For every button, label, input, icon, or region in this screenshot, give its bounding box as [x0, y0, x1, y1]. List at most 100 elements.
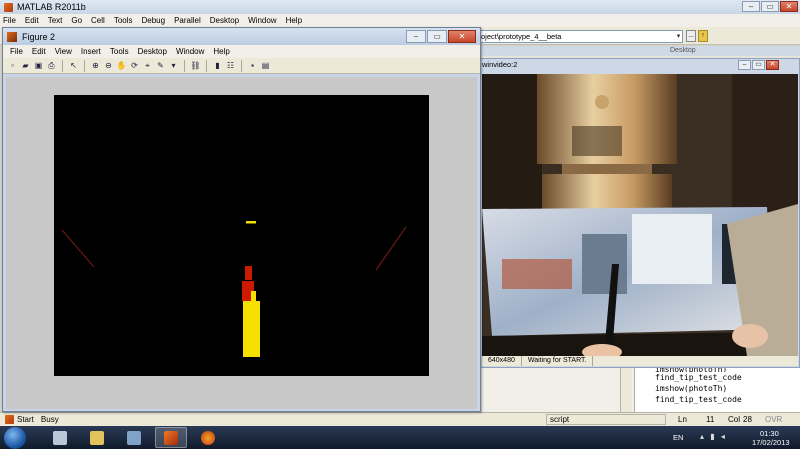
menu-desktop[interactable]: Desktop	[210, 16, 239, 25]
legend-icon[interactable]: ☷	[225, 60, 236, 71]
command-history[interactable]: imshow(photoTh) find_tip_test_code imsho…	[634, 368, 800, 412]
figure-title: Figure 2	[22, 31, 56, 42]
brush-icon[interactable]: ✎	[155, 60, 166, 71]
taskbar-calculator[interactable]	[44, 427, 76, 448]
video-statusbar: 640x480 Waiting for START.	[482, 356, 798, 366]
fig-menu-desktop[interactable]: Desktop	[138, 47, 167, 56]
figure-canvas	[6, 77, 477, 409]
matlab-icon	[164, 430, 178, 445]
overwrite-indicator: OVR	[765, 415, 783, 424]
matlab-logo-icon	[4, 2, 13, 12]
windows-start-icon[interactable]	[4, 427, 26, 449]
clock-date[interactable]: 17/02/2013	[752, 438, 790, 447]
fig-menu-edit[interactable]: Edit	[32, 47, 46, 56]
pen-blob	[243, 301, 260, 357]
image-axes[interactable]	[54, 95, 429, 376]
toolbar-separator	[84, 59, 85, 72]
chevron-down-icon[interactable]: ▾	[674, 31, 683, 42]
background-window-title: Desktop	[480, 46, 800, 56]
language-indicator[interactable]: EN	[673, 433, 683, 442]
command-history-item[interactable]: find_tip_test_code	[655, 372, 800, 383]
clock-time[interactable]: 01:30	[760, 429, 779, 438]
figure-minimize-button[interactable]: –	[406, 30, 426, 43]
pen-blob-top	[251, 291, 256, 301]
app-title: MATLAB R2011b	[17, 2, 86, 12]
taskbar-firefox[interactable]	[192, 427, 224, 448]
matlab-start-icon	[5, 415, 14, 424]
fig-menu-tools[interactable]: Tools	[110, 47, 129, 56]
tip-blob	[246, 221, 256, 224]
pan-icon[interactable]: ✋	[116, 60, 127, 71]
folder-icon	[90, 430, 104, 445]
webcam-image	[482, 74, 798, 356]
scrollbar[interactable]	[620, 368, 632, 412]
figure-titlebar: Figure 2 – ▭ ✕	[3, 28, 480, 45]
current-folder-field[interactable]: oject\prototype_4__beta	[477, 30, 683, 43]
menu-window[interactable]: Window	[248, 16, 276, 25]
menu-edit[interactable]: Edit	[25, 16, 39, 25]
video-close-button[interactable]: ✕	[766, 60, 779, 70]
fig-menu-window[interactable]: Window	[176, 47, 204, 56]
folder-up-icon[interactable]: ↑	[698, 30, 708, 42]
figure-maximize-button[interactable]: ▭	[427, 30, 447, 43]
menu-text[interactable]: Text	[48, 16, 63, 25]
toolbar-separator	[62, 59, 63, 72]
fig-menu-insert[interactable]: Insert	[81, 47, 101, 56]
matlab-figure-icon	[7, 31, 17, 42]
video-status-text: Waiting for START.	[522, 356, 594, 366]
fig-menu-file[interactable]: File	[10, 47, 23, 56]
video-minimize-button[interactable]: –	[738, 60, 751, 70]
video-frame	[482, 74, 798, 356]
hide-plot-tools-icon[interactable]: ▪	[247, 60, 258, 71]
menu-parallel[interactable]: Parallel	[174, 16, 201, 25]
maximize-button[interactable]: ▭	[761, 1, 779, 12]
taskbar-network[interactable]	[118, 427, 150, 448]
line-number: 11	[706, 415, 715, 424]
menu-debug[interactable]: Debug	[142, 16, 166, 25]
menu-help[interactable]: Help	[286, 16, 302, 25]
busy-indicator: Busy	[40, 415, 59, 424]
menu-file[interactable]: File	[3, 16, 16, 25]
open-file-icon[interactable]: ▰	[20, 60, 31, 71]
taskbar-matlab[interactable]	[155, 427, 187, 448]
system-tray-icons[interactable]: ▴ ▮ ◂	[700, 432, 727, 441]
colorbar-icon[interactable]: ▮	[212, 60, 223, 71]
figure-toolbar: ▫ ▰ ▣ ⎙ ↖ ⊕ ⊖ ✋ ⟳ ⌖ ✎ ▾ ⛓ ▮ ☷ ▪ ▤	[3, 58, 480, 74]
zoom-out-icon[interactable]: ⊖	[103, 60, 114, 71]
rotate-icon[interactable]: ⟳	[129, 60, 140, 71]
print-icon[interactable]: ⎙	[46, 60, 57, 71]
figure-menubar: File Edit View Insert Tools Desktop Wind…	[3, 45, 480, 58]
firefox-icon	[201, 430, 215, 445]
figure-close-button[interactable]: ✕	[448, 30, 476, 43]
start-label: Start	[17, 415, 34, 424]
new-figure-icon[interactable]: ▫	[7, 60, 18, 71]
show-plot-tools-icon[interactable]: ▤	[260, 60, 271, 71]
link-plot-icon[interactable]: ⛓	[190, 60, 201, 71]
pointer-icon[interactable]: ↖	[68, 60, 79, 71]
save-icon[interactable]: ▣	[33, 60, 44, 71]
column-number: 28	[743, 415, 752, 424]
calculator-icon	[53, 430, 67, 445]
status-bar: Start Busy script Ln 11 Col 28 OVR	[0, 412, 800, 426]
thresholded-image	[54, 95, 429, 376]
matlab-start-button[interactable]: Start	[0, 415, 39, 424]
data-cursor-icon[interactable]: ⌖	[142, 60, 153, 71]
video-maximize-button[interactable]: ▭	[752, 60, 765, 70]
menu-go[interactable]: Go	[71, 16, 82, 25]
fig-menu-help[interactable]: Help	[213, 47, 229, 56]
menu-cell[interactable]: Cell	[91, 16, 105, 25]
chevron-down-icon[interactable]: ▾	[168, 60, 179, 71]
command-history-item[interactable]: find_tip_test_code	[655, 394, 800, 405]
close-button[interactable]: ✕	[780, 1, 798, 12]
figure-window[interactable]: Figure 2 – ▭ ✕ File Edit View Insert Too…	[2, 27, 481, 412]
video-preview-window[interactable]: winvideo:2 – ▭ ✕ 640x480 Waiting for STA…	[478, 58, 800, 368]
fig-menu-view[interactable]: View	[55, 47, 72, 56]
taskbar-explorer[interactable]	[81, 427, 113, 448]
red-blob	[245, 266, 252, 280]
command-history-item[interactable]: imshow(photoTh)	[655, 383, 800, 394]
minimize-button[interactable]: –	[742, 1, 760, 12]
browse-folder-button[interactable]: ...	[686, 30, 696, 42]
menu-tools[interactable]: Tools	[114, 16, 133, 25]
video-resolution: 640x480	[482, 356, 522, 366]
zoom-in-icon[interactable]: ⊕	[90, 60, 101, 71]
